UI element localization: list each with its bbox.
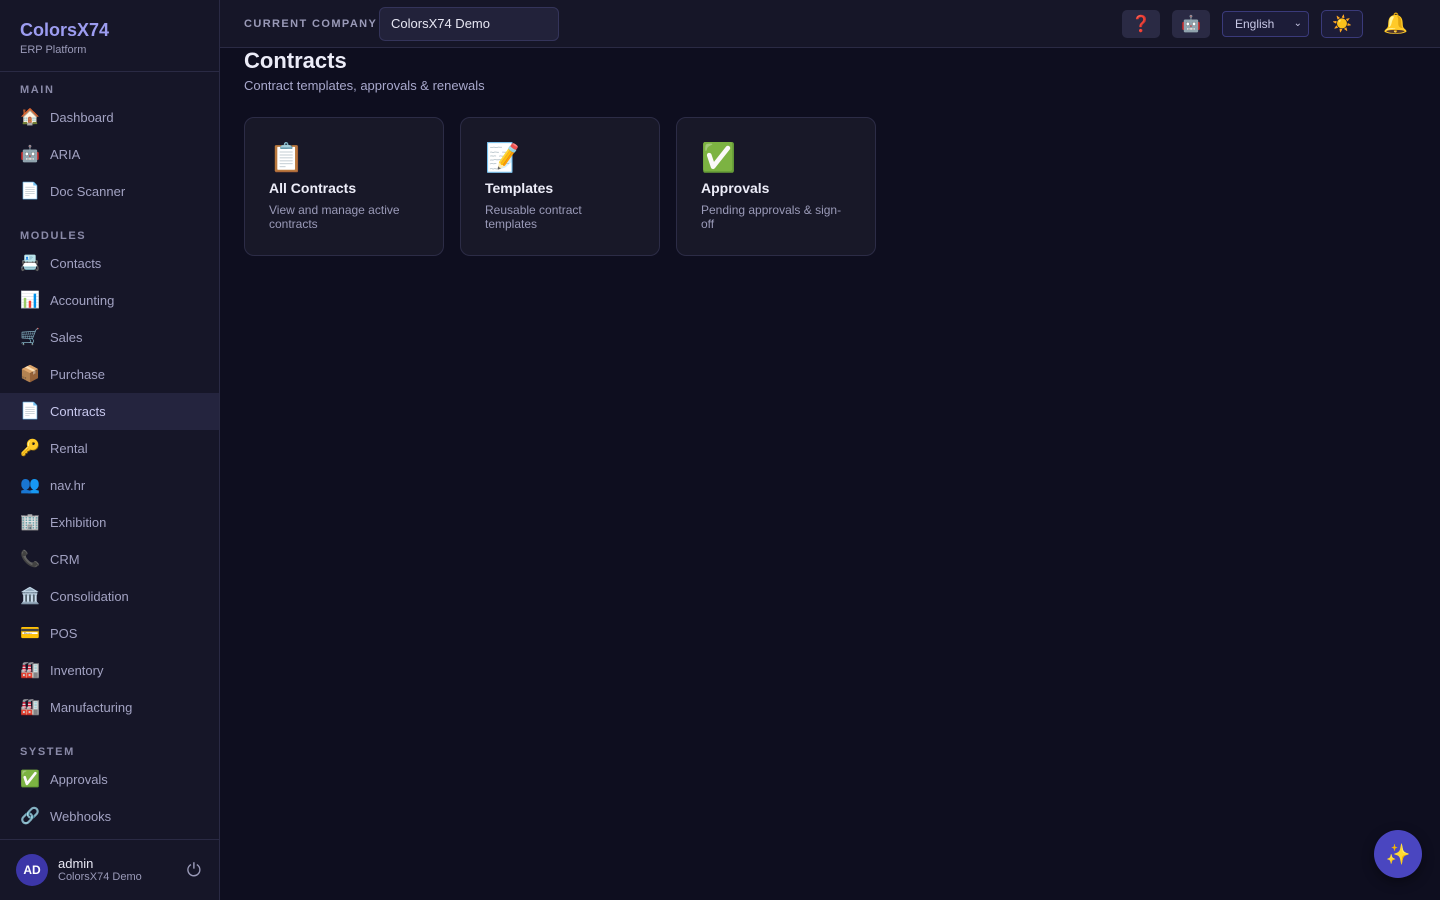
classical-building-icon: 🏛️ — [20, 587, 40, 605]
sidebar-item-sales[interactable]: 🛒 Sales — [0, 319, 219, 356]
help-icon: ❓ — [1131, 16, 1151, 33]
card-all-contracts[interactable]: 📋 All Contracts View and manage active c… — [244, 117, 444, 256]
sidebar-item-manufacturing[interactable]: 🏭 Manufacturing — [0, 689, 219, 726]
brand-subtitle: ERP Platform — [20, 44, 87, 56]
sidebar-item-label: ARIA — [50, 147, 81, 162]
sun-icon: ☀️ — [1332, 16, 1352, 33]
sidebar-item-pos[interactable]: 💳 POS — [0, 615, 219, 652]
card-templates[interactable]: 📝 Templates Reusable contract templates — [460, 117, 660, 256]
ai-assistant-button[interactable]: ✨ — [1374, 830, 1422, 878]
document-icon: 📄 — [20, 402, 40, 420]
sidebar-item-crm[interactable]: 📞 CRM — [0, 541, 219, 578]
user-info: admin ColorsX74 Demo — [58, 855, 142, 884]
card-index-icon: 📇 — [20, 254, 40, 272]
check-mark-icon: ✅ — [701, 142, 736, 173]
sidebar-item-accounting[interactable]: 📊 Accounting — [0, 282, 219, 319]
card-title: All Contracts — [269, 180, 357, 196]
section-label-system: SYSTEM — [20, 746, 75, 758]
sidebar-item-label: Dashboard — [50, 110, 114, 125]
robot-icon: 🤖 — [20, 145, 40, 163]
sidebar-item-label: Consolidation — [50, 589, 129, 604]
sidebar-item-aria[interactable]: 🤖 ARIA — [0, 136, 219, 173]
package-icon: 📦 — [20, 365, 40, 383]
sidebar-item-webhooks[interactable]: 🔗 Webhooks — [0, 798, 219, 835]
avatar[interactable]: AD — [16, 854, 48, 886]
user-panel: AD admin ColorsX74 Demo ⏻ — [0, 839, 219, 900]
sparkles-icon: ✨ — [1385, 843, 1411, 866]
card-title: Templates — [485, 180, 554, 196]
sidebar-item-inventory[interactable]: 🏭 Inventory — [0, 652, 219, 689]
factory-icon: 🏭 — [20, 698, 40, 716]
credit-card-icon: 💳 — [20, 624, 40, 642]
language-value: English — [1235, 17, 1275, 31]
sidebar: ColorsX74 ERP Platform MAIN 🏠 Dashboard … — [0, 0, 220, 900]
brand: ColorsX74 ERP Platform — [0, 0, 219, 72]
brand-title[interactable]: ColorsX74 — [20, 20, 199, 40]
home-icon: 🏠 — [20, 108, 40, 126]
card-description: Reusable contract templates — [485, 203, 582, 231]
memo-icon: 📝 — [485, 142, 520, 173]
user-name: admin — [58, 855, 94, 871]
page-subtitle: Contract templates, approvals & renewals — [244, 78, 485, 93]
card-approvals[interactable]: ✅ Approvals Pending approvals & sign-off — [676, 117, 876, 256]
sidebar-item-dashboard[interactable]: 🏠 Dashboard — [0, 99, 219, 136]
key-icon: 🔑 — [20, 439, 40, 457]
sidebar-item-label: Purchase — [50, 367, 105, 382]
sidebar-item-exhibition[interactable]: 🏢 Exhibition — [0, 504, 219, 541]
sidebar-item-label: Accounting — [50, 293, 115, 308]
sidebar-item-rental[interactable]: 🔑 Rental — [0, 430, 219, 467]
card-description: Pending approvals & sign-off — [701, 203, 842, 231]
check-mark-icon: ✅ — [20, 770, 40, 788]
help-button[interactable]: ❓ — [1122, 10, 1160, 38]
logout-icon[interactable]: ⏻ — [187, 860, 201, 881]
sidebar-item-approvals[interactable]: ✅ Approvals — [0, 761, 219, 798]
sidebar-item-doc-scanner[interactable]: 📄 Doc Scanner — [0, 173, 219, 210]
sidebar-item-contacts[interactable]: 📇 Contacts — [0, 245, 219, 282]
sidebar-item-consolidation[interactable]: 🏛️ Consolidation — [0, 578, 219, 615]
sidebar-item-label: CRM — [50, 552, 80, 567]
sidebar-item-label: Approvals — [50, 772, 108, 787]
sidebar-item-label: Rental — [50, 441, 88, 456]
company-select[interactable]: ColorsX74 Demo — [379, 7, 559, 41]
people-icon: 👥 — [20, 476, 40, 494]
language-select[interactable]: English ⌄ — [1222, 11, 1309, 37]
top-bar: CURRENT COMPANY ColorsX74 Demo ❓ 🤖 Engli… — [220, 0, 1440, 48]
page-title: Contracts — [244, 48, 347, 73]
card-title: Approvals — [701, 180, 770, 196]
shopping-cart-icon: 🛒 — [20, 328, 40, 346]
bar-chart-icon: 📊 — [20, 291, 40, 309]
sidebar-item-contracts[interactable]: 📄 Contracts — [0, 393, 219, 430]
clipboard-icon: 📋 — [269, 142, 304, 173]
card-description: View and manage active contracts — [269, 203, 400, 231]
sidebar-item-label: Inventory — [50, 663, 104, 678]
sidebar-item-label: nav.hr — [50, 478, 86, 493]
bell-icon[interactable]: 🔔 — [1383, 11, 1408, 36]
document-icon: 📄 — [20, 182, 40, 200]
chevron-down-icon: ⌄ — [1293, 18, 1302, 29]
company-label: CURRENT COMPANY — [244, 18, 378, 30]
factory-icon: 🏭 — [20, 661, 40, 679]
section-label-modules: MODULES — [20, 230, 87, 242]
sidebar-item-label: Contracts — [50, 404, 106, 419]
sidebar-item-label: POS — [50, 626, 78, 641]
user-company: ColorsX74 Demo — [58, 870, 142, 883]
assistant-button[interactable]: 🤖 — [1172, 10, 1210, 38]
sidebar-item-label: Webhooks — [50, 809, 112, 824]
sidebar-item-label: Exhibition — [50, 515, 107, 530]
sidebar-item-label: Sales — [50, 330, 83, 345]
section-label-main: MAIN — [20, 84, 55, 96]
link-icon: 🔗 — [20, 807, 40, 825]
sidebar-item-label: Contacts — [50, 256, 102, 271]
phone-icon: 📞 — [20, 550, 40, 568]
sidebar-item-label: Manufacturing — [50, 700, 133, 715]
sidebar-item-hr[interactable]: 👥 nav.hr — [0, 467, 219, 504]
sidebar-item-label: Doc Scanner — [50, 184, 126, 199]
sidebar-item-purchase[interactable]: 📦 Purchase — [0, 356, 219, 393]
theme-toggle-button[interactable]: ☀️ — [1321, 10, 1363, 38]
office-building-icon: 🏢 — [20, 513, 40, 531]
robot-icon: 🤖 — [1181, 16, 1201, 33]
